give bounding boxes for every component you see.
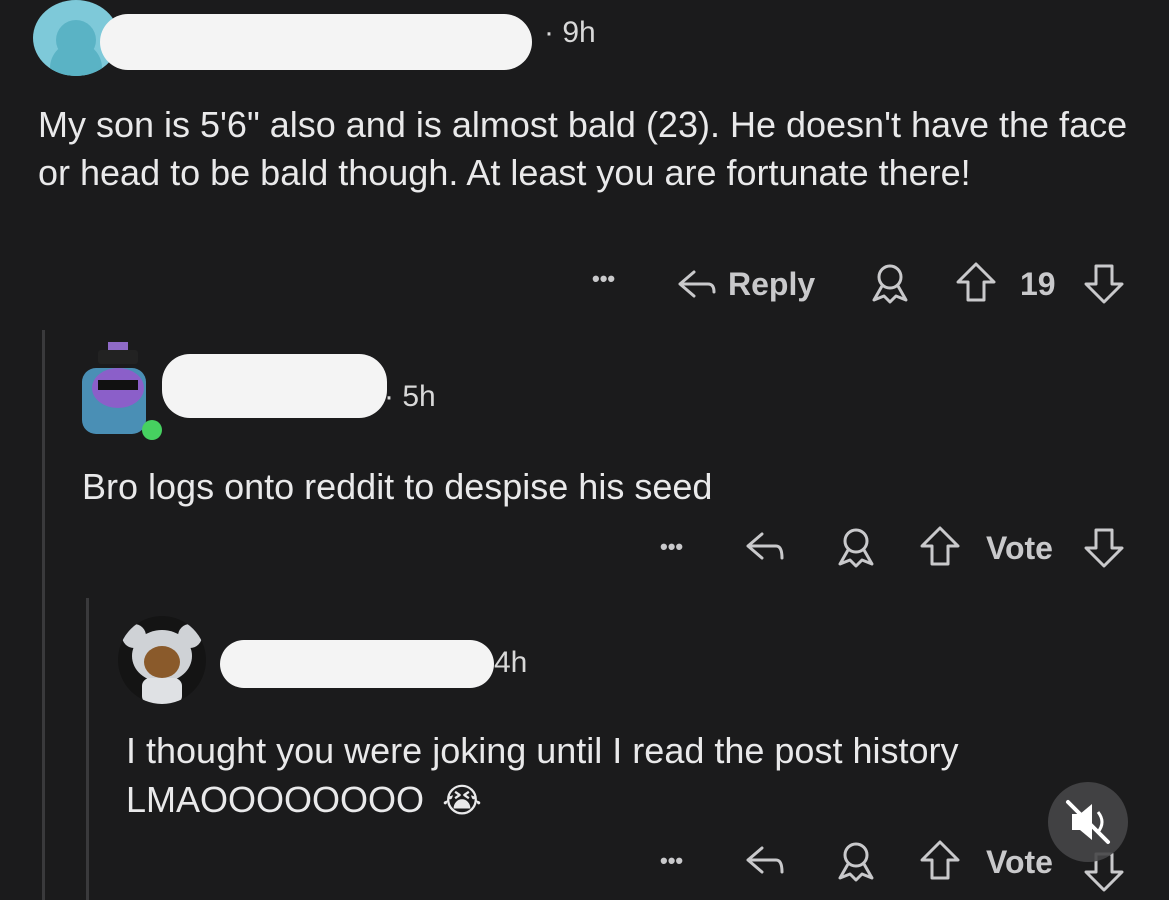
online-status-dot xyxy=(142,420,162,440)
upvote-arrow-icon xyxy=(920,840,960,880)
reply-button[interactable] xyxy=(744,528,786,566)
thread-line-level-1[interactable] xyxy=(42,330,45,900)
reply-arrow-icon xyxy=(678,270,716,298)
comment-body-line-2: LMAOOOOOOOO 😭 xyxy=(126,776,926,825)
koala-hoodie-avatar-icon xyxy=(122,624,202,704)
upvote-button[interactable] xyxy=(918,838,962,882)
comment-body-text: LMAOOOOOOOO xyxy=(126,779,425,820)
timestamp: 4h xyxy=(494,646,528,679)
comment-body: Bro logs onto reddit to despise his seed xyxy=(82,466,713,507)
crying-emoji-icon: 😭 xyxy=(442,782,482,820)
vote-count: 19 xyxy=(1020,266,1056,302)
timestamp: · 5h xyxy=(384,380,436,413)
reply-arrow-icon xyxy=(746,846,784,874)
vote-label: Vote xyxy=(986,530,1053,566)
award-button[interactable] xyxy=(834,840,878,882)
purple-snoo-avatar-icon xyxy=(82,342,162,440)
upvote-button[interactable] xyxy=(918,524,962,568)
comment-body: My son is 5'6" also and is almost bald (… xyxy=(38,104,1128,193)
upvote-button[interactable] xyxy=(954,260,998,304)
upvote-arrow-icon xyxy=(920,526,960,566)
timestamp: · 9h xyxy=(544,16,596,49)
award-icon xyxy=(838,528,874,568)
upvote-arrow-icon xyxy=(956,262,996,302)
vote-label: Vote xyxy=(986,844,1053,880)
downvote-arrow-icon xyxy=(1084,264,1124,304)
reply-label: Reply xyxy=(728,265,816,302)
downvote-button[interactable] xyxy=(1082,262,1126,306)
speaker-muted-icon xyxy=(1066,800,1110,844)
avatar[interactable] xyxy=(78,338,164,442)
mute-toggle-button[interactable] xyxy=(1048,782,1128,862)
username-redacted xyxy=(162,354,387,418)
award-button[interactable] xyxy=(834,526,878,568)
award-icon xyxy=(838,842,874,882)
username-redacted xyxy=(220,640,494,688)
more-options-button[interactable]: ••• xyxy=(660,534,683,560)
award-button[interactable] xyxy=(868,262,912,304)
username-redacted xyxy=(100,14,532,70)
downvote-arrow-icon xyxy=(1084,528,1124,568)
more-options-button[interactable]: ••• xyxy=(660,848,683,874)
downvote-button[interactable] xyxy=(1082,526,1126,570)
thread-line-level-2[interactable] xyxy=(86,598,89,900)
reply-button[interactable] xyxy=(744,842,786,880)
avatar[interactable] xyxy=(118,616,206,704)
comment-body-line-1: I thought you were joking until I read t… xyxy=(126,730,959,771)
reply-arrow-icon xyxy=(746,532,784,560)
reply-button[interactable]: Reply xyxy=(676,262,815,306)
award-icon xyxy=(872,264,908,304)
more-options-button[interactable]: ••• xyxy=(592,266,615,292)
